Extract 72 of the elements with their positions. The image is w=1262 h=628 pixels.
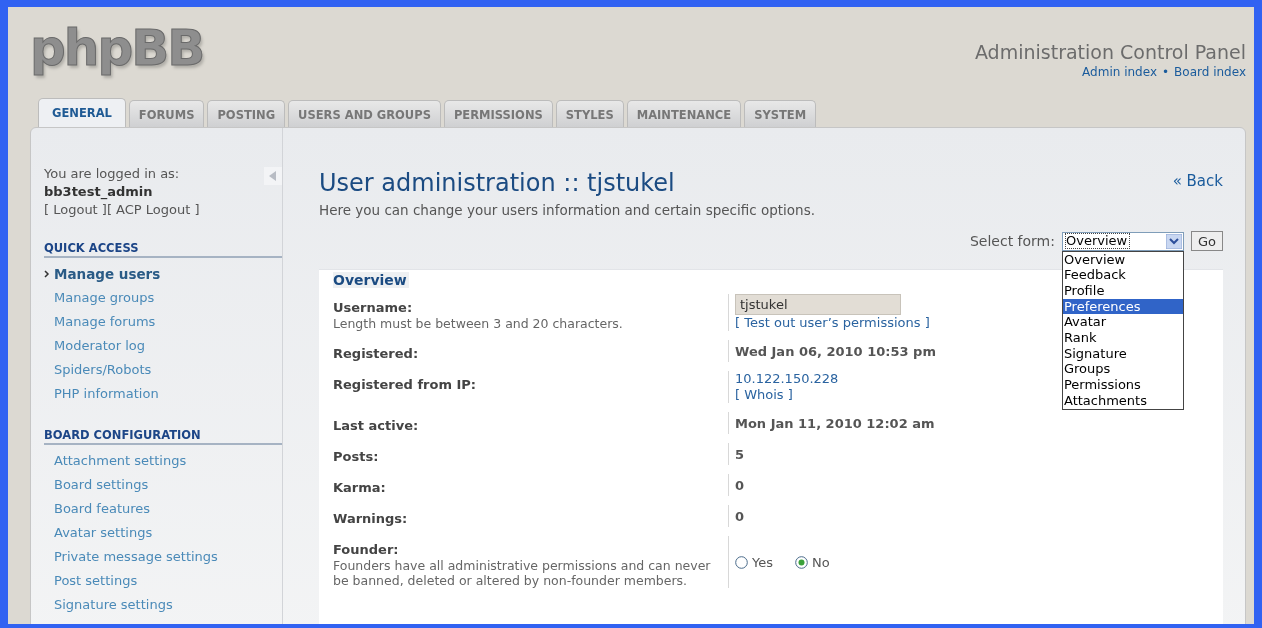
- dropdown-option[interactable]: Avatar: [1062, 314, 1183, 330]
- go-button[interactable]: Go: [1190, 231, 1223, 251]
- field-description: Length must be between 3 and 20 characters.: [333, 316, 624, 331]
- page-title: User administration :: tjstukel: [319, 168, 675, 198]
- whois-link[interactable]: [ Whois ]: [735, 387, 793, 403]
- field-value: Wed Jan 06, 2010 10:53 pm: [735, 343, 936, 359]
- dropdown-option[interactable]: Overview: [1062, 251, 1183, 268]
- sidebar-item[interactable]: Spiders/Robots: [44, 358, 282, 382]
- nav-tab[interactable]: SYSTEM: [744, 100, 817, 127]
- section-heading: QUICK ACCESS: [44, 241, 282, 258]
- field-value: 0: [735, 508, 745, 524]
- nav-tab[interactable]: USERS AND GROUPS: [288, 100, 441, 127]
- collapse-icon[interactable]: [264, 167, 282, 185]
- radio-option[interactable]: Yes: [735, 554, 773, 570]
- username-field[interactable]: tjstukel: [735, 294, 901, 315]
- username-text: bb3test_admin: [44, 183, 154, 201]
- field-label: Founder:: [333, 542, 400, 558]
- fieldset-legend: Overview: [333, 272, 409, 288]
- radio-option[interactable]: No: [795, 554, 830, 570]
- dropdown-option[interactable]: Permissions: [1062, 377, 1183, 393]
- login-label: You are logged in as:: [44, 165, 181, 183]
- field-label: Username:: [333, 300, 414, 316]
- field-label: Registered from IP:: [333, 377, 478, 393]
- nav-tab[interactable]: STYLES: [555, 100, 624, 127]
- field-label: Posts:: [333, 449, 380, 465]
- sidebar-item[interactable]: PHP information: [44, 382, 282, 406]
- sidebar-item[interactable]: Private message settings: [44, 545, 282, 569]
- ip-link[interactable]: 10.122.150.228: [735, 371, 839, 387]
- dropdown-option[interactable]: Signature: [1062, 345, 1183, 362]
- sidebar-item[interactable]: Manage forums: [44, 310, 282, 334]
- back-link[interactable]: « Back: [1172, 172, 1223, 190]
- form-select[interactable]: Overview: [1061, 231, 1184, 251]
- sidebar-item[interactable]: Attachment settings: [44, 449, 282, 473]
- sidebar-item[interactable]: Signature settings: [44, 593, 282, 617]
- sidebar-item[interactable]: Manage groups: [44, 286, 282, 310]
- logout-links[interactable]: [ Logout ][ ACP Logout ]: [44, 201, 200, 219]
- nav-tab[interactable]: FORUMS: [128, 100, 205, 127]
- sidebar-item[interactable]: Manage users: [44, 262, 282, 286]
- sidebar-item[interactable]: Post settings: [44, 569, 282, 593]
- sidebar-item[interactable]: Board features: [44, 497, 282, 521]
- dropdown-option[interactable]: Feedback: [1062, 267, 1183, 283]
- field-label: Last active:: [333, 418, 420, 434]
- logo: phpBB: [30, 18, 204, 79]
- dropdown-option[interactable]: Rank: [1062, 330, 1183, 346]
- field-description: Founders have all administrative permissions and can never be banned, deleted or altered by non-founder members.: [333, 558, 712, 588]
- sidebar-item[interactable]: Board settings: [44, 473, 282, 497]
- header-link[interactable]: Board index: [1174, 65, 1246, 79]
- field-label: Registered:: [333, 346, 420, 362]
- nav-tab[interactable]: GENERAL: [38, 98, 126, 127]
- sidebar-item[interactable]: Avatar settings: [44, 521, 282, 545]
- field-value: 0: [735, 477, 745, 493]
- dropdown-option[interactable]: Profile: [1062, 282, 1183, 299]
- select-label: Select form:: [969, 233, 1055, 249]
- field-value: Mon Jan 11, 2010 12:02 am: [735, 415, 935, 431]
- field-label: Warnings:: [333, 511, 409, 527]
- nav-tab[interactable]: MAINTENANCE: [626, 100, 742, 127]
- dropdown-option[interactable]: Groups: [1062, 361, 1183, 378]
- nav-tab[interactable]: POSTING: [207, 100, 286, 127]
- dropdown-option[interactable]: Preferences: [1062, 298, 1183, 315]
- link-separator: •: [1162, 65, 1170, 79]
- dropdown-arrow-icon: [1165, 233, 1182, 249]
- nav-tab[interactable]: PERMISSIONS: [443, 100, 553, 127]
- permissions-link[interactable]: [ Test out user’s permissions ]: [735, 315, 930, 331]
- header-link[interactable]: Admin index: [1082, 65, 1157, 79]
- page-description: Here you can change your users information and certain specific options.: [319, 202, 816, 218]
- dropdown-option[interactable]: Attachments: [1062, 392, 1183, 409]
- section-heading: BOARD CONFIGURATION: [44, 428, 282, 445]
- field-value: 5: [735, 446, 745, 462]
- panel-title: Administration Control Panel: [974, 41, 1246, 63]
- sidebar-item[interactable]: Moderator log: [44, 334, 282, 358]
- chevron-icon: [44, 270, 50, 278]
- field-label: Karma:: [333, 480, 387, 496]
